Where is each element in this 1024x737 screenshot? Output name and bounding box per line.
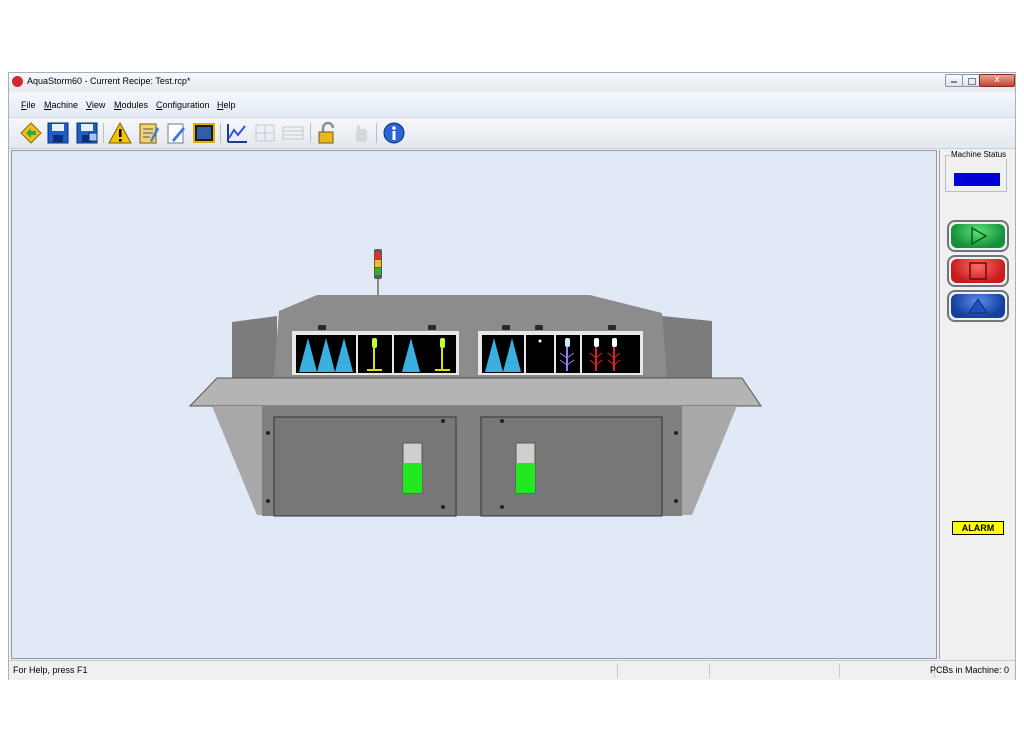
left-housing — [232, 316, 277, 381]
left-tank — [402, 442, 423, 494]
lock-button[interactable] — [315, 121, 339, 145]
start-button[interactable] — [947, 220, 1009, 252]
grid-button[interactable] — [253, 121, 277, 145]
machine-status-label: Machine Status — [950, 150, 1008, 159]
toolbar-separator — [310, 123, 311, 143]
app-logo-icon — [12, 76, 23, 87]
window-title: AquaStorm60 - Current Recipe: Test.rcp* — [27, 76, 191, 86]
signal-tower — [374, 249, 382, 296]
status-bar: For Help, press F1 PCBs in Machine: 0 — [9, 660, 1015, 680]
machine-status-group: Machine Status Manual — [945, 150, 1008, 192]
edit-icon — [167, 123, 185, 144]
menu-modules[interactable]: Modules — [114, 100, 148, 110]
hand-button[interactable] — [349, 121, 373, 145]
info-button[interactable] — [382, 121, 406, 145]
menu-file[interactable]: File — [21, 100, 36, 110]
table-button[interactable] — [281, 121, 305, 145]
help-hint: For Help, press F1 — [13, 665, 88, 675]
right-housing — [662, 316, 712, 381]
menu-bar: File Machine View Modules Configuration … — [9, 93, 1015, 118]
left-module-windows — [296, 335, 456, 373]
menu-view[interactable]: View — [86, 100, 105, 110]
stop-button[interactable] — [947, 255, 1009, 287]
title-bar: AquaStorm60 - Current Recipe: Test.rcp* … — [9, 73, 1015, 91]
right-tank — [515, 442, 536, 494]
status-divider — [839, 663, 840, 678]
save-as-button[interactable] — [75, 121, 99, 145]
alarm-indicator[interactable]: ALARM — [952, 521, 1004, 535]
edit-button[interactable] — [164, 121, 188, 145]
open-recipe-button[interactable] — [19, 121, 43, 145]
menu-machine[interactable]: Machine — [44, 100, 78, 110]
save-button[interactable] — [46, 121, 70, 145]
minimize-button[interactable] — [945, 74, 963, 87]
maximize-button[interactable] — [962, 74, 980, 87]
info-icon — [383, 122, 405, 144]
lock-icon — [318, 121, 335, 144]
table-icon — [282, 126, 304, 140]
toolbar-separator — [220, 123, 221, 143]
right-cabinet-door[interactable] — [480, 416, 663, 517]
graph-icon — [227, 124, 247, 143]
machine-status-value: Manual — [954, 173, 1000, 186]
conveyor-shelf — [188, 377, 762, 407]
right-tank-level — [516, 463, 535, 493]
save-as-icon — [76, 122, 98, 144]
toolbar-separator — [103, 123, 104, 143]
pcbs-count: PCBs in Machine: 0 — [929, 665, 1009, 675]
status-divider — [617, 663, 618, 678]
close-icon: x — [994, 74, 1000, 85]
machine-view — [11, 150, 937, 659]
graph-button[interactable] — [225, 121, 249, 145]
toolbar — [9, 118, 1015, 149]
open-recipe-icon — [20, 122, 42, 144]
module-panel-icon — [193, 123, 215, 143]
status-divider — [709, 663, 710, 678]
app-window: AquaStorm60 - Current Recipe: Test.rcp* … — [8, 72, 1016, 680]
save-icon — [47, 122, 69, 144]
stop-icon — [969, 262, 987, 280]
machine-illustration — [188, 249, 762, 517]
notebook-button[interactable] — [136, 121, 160, 145]
grid-icon — [255, 124, 275, 142]
menu-configuration[interactable]: Configuration — [156, 100, 210, 110]
notebook-icon — [139, 123, 159, 144]
toolbar-separator — [376, 123, 377, 143]
warning-icon — [108, 121, 132, 144]
play-icon — [971, 226, 988, 246]
warning-button[interactable] — [108, 121, 132, 145]
menu-help[interactable]: Help — [217, 100, 236, 110]
triangle-icon — [968, 298, 988, 314]
close-button[interactable]: x — [979, 74, 1015, 87]
left-tank-level — [403, 463, 422, 493]
hand-icon — [356, 125, 367, 142]
right-module-windows — [482, 335, 640, 373]
module-panel-button[interactable] — [192, 121, 216, 145]
control-panel: Machine Status Manual ALARM — [939, 150, 1015, 659]
reset-button[interactable] — [947, 290, 1009, 322]
left-cabinet-door[interactable] — [273, 416, 457, 517]
